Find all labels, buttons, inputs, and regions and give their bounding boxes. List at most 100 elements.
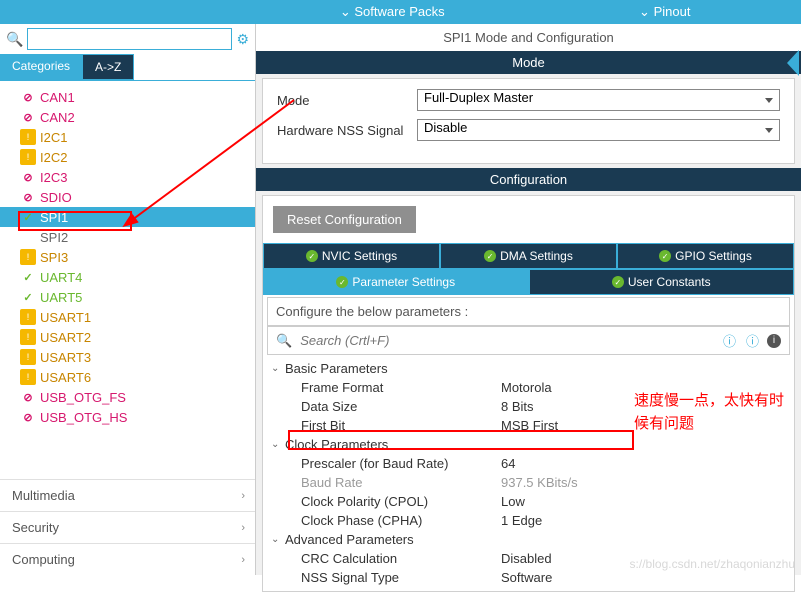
param-name: Baud Rate [271,475,501,490]
chevron-right-icon: › [241,554,245,566]
param-row[interactable]: First BitMSB First [271,416,786,435]
peripheral-item-uart5[interactable]: ✓UART5 [0,287,255,307]
warn-icon: ! [20,309,36,325]
param-row[interactable]: Frame FormatMotorola [271,378,786,397]
right-pane: SPI1 Mode and Configuration Mode Mode Fu… [256,24,801,575]
tab-label: Parameter Settings [352,275,455,289]
peripheral-item-usart6[interactable]: !USART6 [0,367,255,387]
reset-configuration-button[interactable]: Reset Configuration [273,206,416,233]
check-icon: ✓ [20,209,36,225]
prev-match-icon[interactable]: ⓘ [723,331,736,350]
peripheral-item-spi2[interactable]: SPI2 [0,227,255,247]
tab-categories[interactable]: Categories [0,54,82,80]
param-row[interactable]: CRC CalculationDisabled [271,549,786,568]
param-row[interactable]: Baud Rate937.5 KBits/s [271,473,786,492]
peripheral-label: SDIO [40,190,72,205]
tab-a-to-z[interactable]: A->Z [82,54,134,80]
config-header: Configuration [256,168,801,191]
peripheral-item-i2c2[interactable]: !I2C2 [0,147,255,167]
config-tab-parameter-settings[interactable]: ✓ Parameter Settings [263,269,529,295]
peripheral-label: USB_OTG_FS [40,390,126,405]
nss-select[interactable]: Disable [417,119,780,141]
param-value: Motorola [501,380,552,395]
param-group-basic-parameters[interactable]: ⌄Basic Parameters [271,359,786,378]
param-name: Data Size [271,399,501,414]
peripheral-label: I2C3 [40,170,67,185]
check-icon: ✓ [612,276,624,288]
param-value: Low [501,494,525,509]
category-multimedia[interactable]: Multimedia› [0,479,255,511]
top-bar: ⌄ Software Packs ⌄ Pinout [0,0,801,24]
tab-label: DMA Settings [500,249,573,263]
peripheral-search-input[interactable] [27,28,232,50]
peripheral-item-uart4[interactable]: ✓ UART4 [0,267,255,287]
param-name: Clock Phase (CPHA) [271,513,501,528]
check-icon: ✓ [306,250,318,262]
peripheral-item-spi3[interactable]: ! SPI3 [0,247,255,267]
block-icon: ⊘ [20,409,36,425]
param-row[interactable]: Clock Polarity (CPOL)Low [271,492,786,511]
tab-pinout[interactable]: ⌄ Pinout [529,1,801,23]
check-icon: ✓ [20,289,36,305]
tab-software-packs[interactable]: ⌄ Software Packs [256,1,529,23]
check-icon: ✓ [659,250,671,262]
peripheral-item-spi1[interactable]: ✓ SPI1 [0,207,255,227]
peripheral-label: USART3 [40,350,91,365]
peripheral-item-i2c1[interactable]: !I2C1 [0,127,255,147]
chevron-right-icon: › [241,522,245,534]
param-value: Software [501,570,552,585]
peripheral-item-usb_otg_fs[interactable]: ⊘ USB_OTG_FS [0,387,255,407]
param-value: 8 Bits [501,399,534,414]
peripheral-label: UART4 [40,270,82,285]
peripheral-item-usart2[interactable]: !USART2 [0,327,255,347]
info-icon[interactable]: i [767,334,781,348]
param-value: 1 Edge [501,513,542,528]
peripheral-label: USB_OTG_HS [40,410,127,425]
block-icon: ⊘ [20,389,36,405]
param-row[interactable]: Prescaler (for Baud Rate)64 [271,454,786,473]
peripheral-item-usart3[interactable]: !USART3 [0,347,255,367]
peripheral-item-can1[interactable]: ⊘ CAN1 [0,87,255,107]
peripheral-item-i2c3[interactable]: ⊘I2C3 [0,167,255,187]
param-row[interactable]: Clock Phase (CPHA)1 Edge [271,511,786,530]
config-tab-user-constants[interactable]: ✓User Constants [529,269,795,295]
config-tab-gpio-settings[interactable]: ✓GPIO Settings [617,243,794,269]
block-icon: ⊘ [20,89,36,105]
nss-label: Hardware NSS Signal [277,123,417,138]
group-label: Advanced Parameters [285,532,414,547]
config-tab-dma-settings[interactable]: ✓DMA Settings [440,243,617,269]
param-search-icon[interactable]: 🔍 [276,333,292,349]
peripheral-label: CAN1 [40,90,75,105]
group-label: Clock Parameters [285,437,388,452]
mode-label: Mode [277,93,417,108]
param-value: 64 [501,456,515,471]
gear-icon[interactable]: ⚙ [236,31,249,48]
mode-header: Mode [256,51,801,74]
peripheral-label: SPI3 [40,250,68,265]
group-label: Basic Parameters [285,361,388,376]
param-group-advanced-parameters[interactable]: ⌄Advanced Parameters [271,530,786,549]
config-tab-nvic-settings[interactable]: ✓NVIC Settings [263,243,440,269]
peripheral-item-usart1[interactable]: !USART1 [0,307,255,327]
category-label: Multimedia [12,488,75,503]
param-group-clock-parameters[interactable]: ⌄Clock Parameters [271,435,786,454]
search-icon[interactable]: 🔍 [6,31,23,48]
param-value: 937.5 KBits/s [501,475,578,490]
param-row[interactable]: NSS Signal TypeSoftware [271,568,786,587]
check-icon: ✓ [20,269,36,285]
left-pane: 🔍 ⚙ Categories A->Z ⊘CAN1⊘CAN2!I2C1!I2C2… [0,24,256,575]
block-icon: ⊘ [20,109,36,125]
param-search-input[interactable] [300,333,715,348]
warn-icon: ! [20,249,36,265]
peripheral-item-sdio[interactable]: ⊘SDIO [0,187,255,207]
peripheral-label: SPI1 [40,210,68,225]
peripheral-item-can2[interactable]: ⊘CAN2 [0,107,255,127]
peripheral-label: I2C1 [40,130,67,145]
mode-select[interactable]: Full-Duplex Master [417,89,780,111]
peripheral-item-usb_otg_hs[interactable]: ⊘ USB_OTG_HS [0,407,255,427]
param-row[interactable]: Data Size8 Bits [271,397,786,416]
category-security[interactable]: Security› [0,511,255,543]
check-icon: ✓ [336,276,348,288]
next-match-icon[interactable]: ⓘ [746,331,759,350]
category-computing[interactable]: Computing› [0,543,255,575]
